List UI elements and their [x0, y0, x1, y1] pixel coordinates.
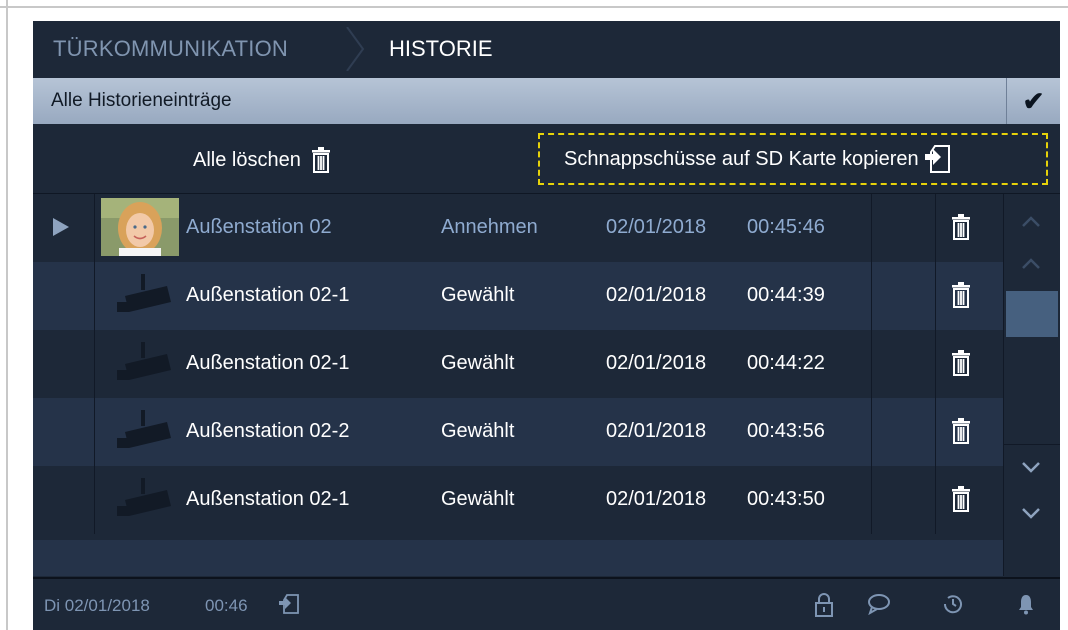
entry-status: Gewählt [441, 488, 515, 510]
play-cell [33, 194, 95, 262]
list-item[interactable]: Außenstation 02-1 Gewählt 02/01/2018 00:… [33, 262, 1003, 330]
trash-icon[interactable] [951, 486, 971, 512]
sd-card-icon[interactable] [279, 593, 301, 615]
column-divider [935, 466, 936, 534]
history-list: Außenstation 02 Annehmen 02/01/2018 00:4… [33, 194, 1003, 540]
delete-all-button[interactable]: Alle löschen [193, 146, 331, 174]
chevron-down-icon[interactable] [1021, 507, 1041, 519]
entry-time: 00:44:39 [747, 284, 825, 306]
entry-time: 00:43:56 [747, 420, 825, 442]
status-time: 00:46 [205, 596, 248, 615]
entry-name: Außenstation 02-1 [186, 284, 350, 306]
scroll-up-area[interactable] [1004, 194, 1060, 289]
list-item[interactable]: Außenstation 02-1 Gewählt 02/01/2018 00:… [33, 466, 1003, 534]
play-cell [33, 466, 95, 534]
status-date: Di 02/01/2018 [44, 596, 150, 615]
chevron-up-icon[interactable] [1021, 258, 1041, 270]
entry-name: Außenstation 02-2 [186, 420, 350, 442]
history-filter-dropdown[interactable]: Alle Historieneinträge ✔ [33, 78, 1060, 124]
history-icon[interactable] [941, 593, 965, 615]
list-empty-area [33, 540, 1003, 576]
breadcrumb-separator-icon [346, 27, 365, 71]
panel-screen: TÜRKOMMUNIKATION HISTORIE Alle Historien… [33, 21, 1060, 630]
entry-status: Gewählt [441, 420, 515, 442]
list-item[interactable]: Außenstation 02 Annehmen 02/01/2018 00:4… [33, 194, 1003, 262]
checkmark-icon[interactable]: ✔ [1006, 78, 1060, 124]
entry-time: 00:45:46 [747, 216, 825, 238]
column-divider [871, 330, 872, 398]
chevron-up-icon[interactable] [1021, 216, 1041, 228]
action-bar: Alle löschen Schnappschüsse auf SD Karte… [33, 124, 1060, 194]
trash-icon[interactable] [951, 418, 971, 444]
column-divider [871, 466, 872, 534]
bell-icon[interactable] [1017, 593, 1035, 615]
column-divider [871, 194, 872, 262]
entry-name: Außenstation 02-1 [186, 352, 350, 374]
entry-time: 00:44:22 [747, 352, 825, 374]
entry-time: 00:43:50 [747, 488, 825, 510]
sd-card-export-icon [924, 145, 950, 173]
trash-icon[interactable] [951, 350, 971, 376]
column-divider [935, 262, 936, 330]
column-divider [935, 398, 936, 466]
column-divider [871, 398, 872, 466]
chevron-down-icon[interactable] [1021, 461, 1041, 473]
scroll-track[interactable] [1004, 289, 1060, 439]
entry-date: 02/01/2018 [606, 420, 707, 442]
filter-label: Alle Historieneinträge [51, 90, 232, 111]
list-item[interactable]: Außenstation 02-1 Gewählt 02/01/2018 00:… [33, 330, 1003, 398]
play-cell [33, 330, 95, 398]
scroll-down-area[interactable] [1004, 444, 1060, 540]
camera-icon [117, 274, 171, 312]
entry-date: 02/01/2018 [606, 352, 707, 374]
play-icon[interactable] [53, 218, 69, 236]
entry-date: 02/01/2018 [606, 488, 707, 510]
entry-status: Annehmen [441, 216, 538, 238]
column-divider [935, 194, 936, 262]
entry-name: Außenstation 02 [186, 216, 332, 238]
scroll-thumb[interactable] [1006, 291, 1058, 337]
message-icon[interactable] [867, 593, 891, 615]
breadcrumb: TÜRKOMMUNIKATION HISTORIE [33, 21, 1060, 77]
breadcrumb-parent[interactable]: TÜRKOMMUNIKATION [53, 36, 288, 62]
play-cell [33, 398, 95, 466]
delete-all-label: Alle löschen [193, 148, 301, 171]
trash-icon[interactable] [951, 282, 971, 308]
entry-status: Gewählt [441, 284, 515, 306]
scrollbar[interactable] [1003, 194, 1060, 576]
copy-sd-label: Schnappschüsse auf SD Karte kopieren [564, 147, 919, 170]
entry-status: Gewählt [441, 352, 515, 374]
camera-icon [117, 478, 171, 516]
breadcrumb-current: HISTORIE [389, 36, 493, 61]
list-item[interactable]: Außenstation 02-2 Gewählt 02/01/2018 00:… [33, 398, 1003, 466]
entry-date: 02/01/2018 [606, 284, 707, 306]
play-cell [33, 262, 95, 330]
trash-icon [311, 147, 330, 173]
column-divider [935, 330, 936, 398]
outer-frame-left [0, 0, 8, 630]
lock-icon[interactable] [815, 593, 833, 617]
outer-frame-top [0, 0, 1068, 8]
trash-icon[interactable] [951, 214, 971, 240]
entry-date: 02/01/2018 [606, 216, 707, 238]
camera-icon [117, 410, 171, 448]
column-divider [871, 262, 872, 330]
entry-name: Außenstation 02-1 [186, 488, 350, 510]
snapshot-thumbnail[interactable] [101, 198, 179, 256]
status-bar: Di 02/01/2018 00:46 [33, 577, 1060, 630]
copy-snapshots-sd-button[interactable]: Schnappschüsse auf SD Karte kopieren [538, 133, 1048, 185]
camera-icon [117, 342, 171, 380]
